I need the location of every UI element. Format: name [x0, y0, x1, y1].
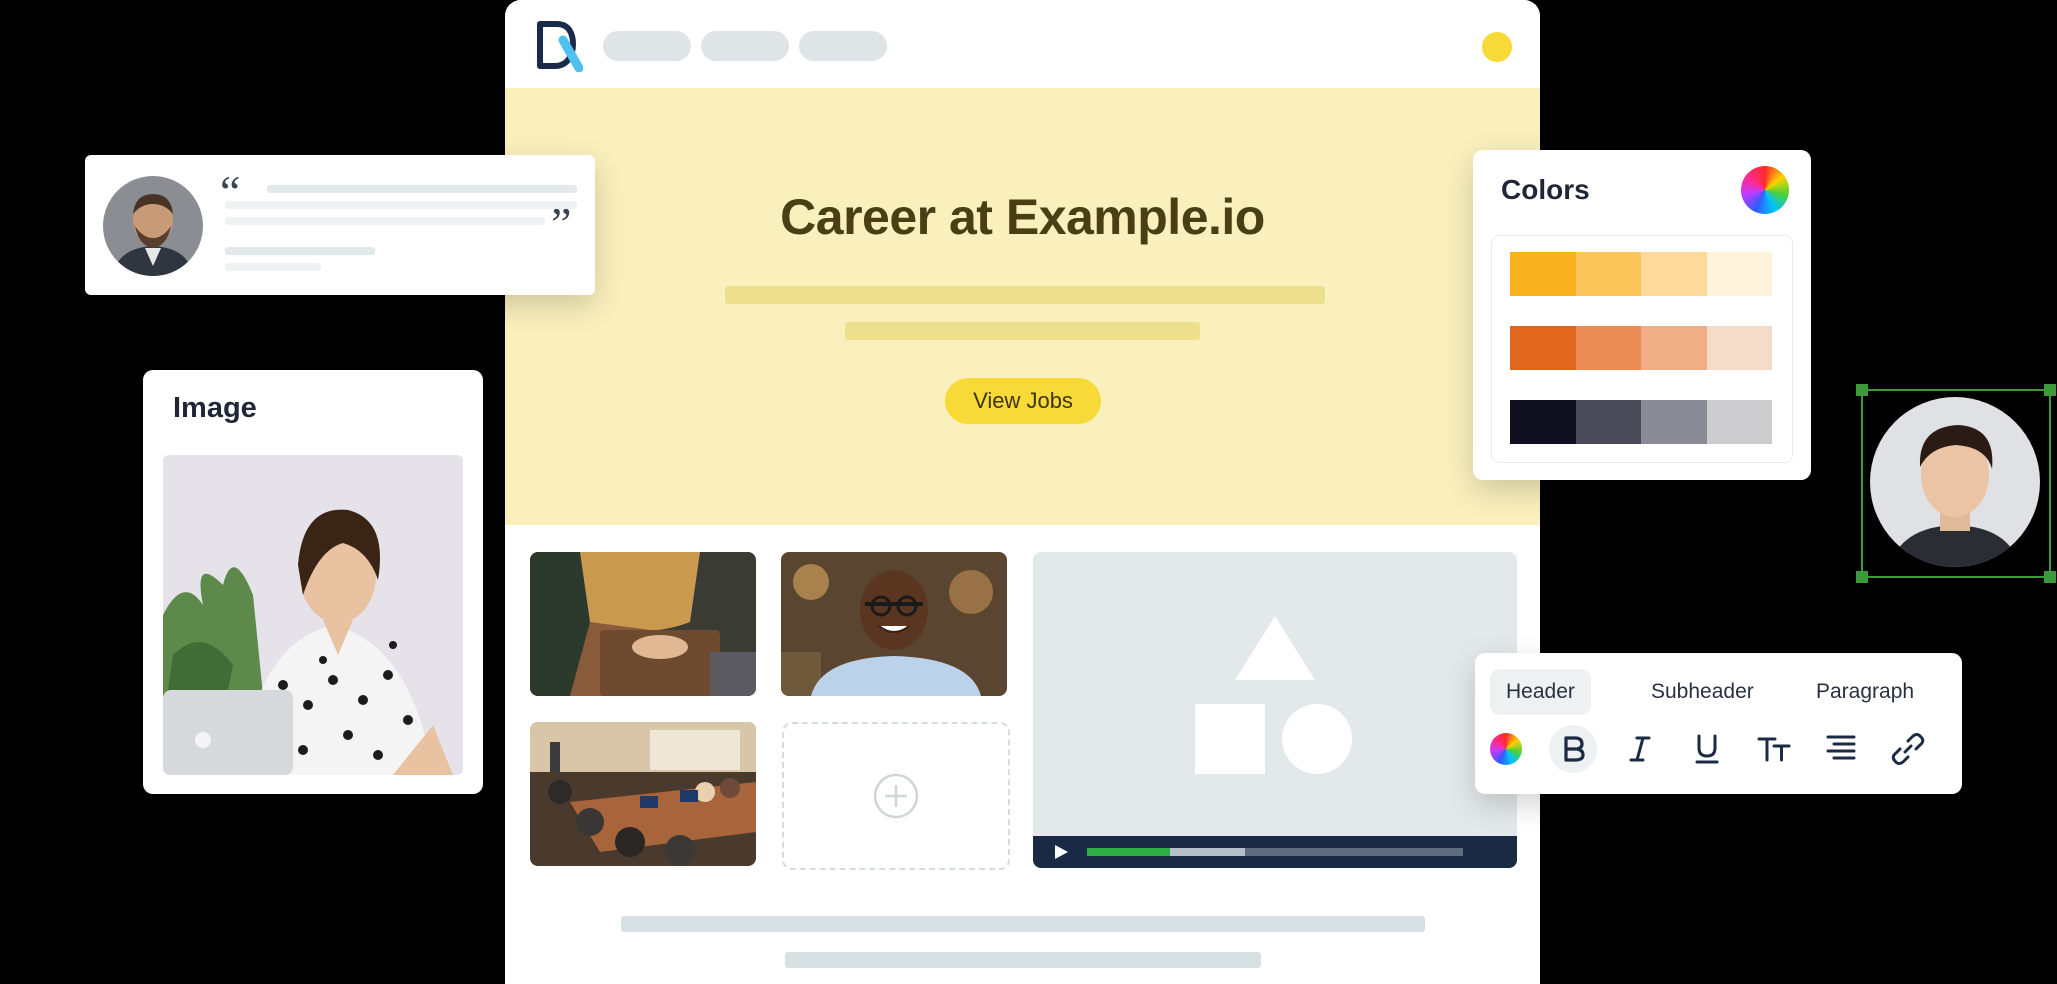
gallery-photo-meeting-room[interactable] [530, 722, 756, 866]
site-header [505, 0, 1540, 88]
nav-item[interactable] [701, 31, 789, 61]
image-widget[interactable]: Image [143, 370, 483, 794]
text-size-icon[interactable] [1750, 725, 1798, 773]
resize-handle[interactable] [1856, 571, 1868, 583]
palette-row[interactable] [1510, 326, 1772, 370]
site-logo[interactable] [535, 20, 584, 73]
palette-row[interactable] [1510, 400, 1772, 444]
color-swatch[interactable] [1706, 326, 1772, 370]
footer-text-placeholder [785, 952, 1261, 968]
video-controls [1033, 836, 1517, 868]
hero-text-placeholder [845, 322, 1200, 340]
quote-text-placeholder [267, 185, 577, 193]
quote-text-placeholder [225, 217, 545, 225]
media-placeholder-icon [1195, 616, 1352, 774]
tab-paragraph[interactable]: Paragraph [1800, 669, 1930, 715]
avatar [103, 176, 203, 276]
plus-circle-icon [873, 773, 919, 819]
colors-panel-title: Colors [1501, 174, 1590, 205]
hero-text-placeholder [725, 286, 1325, 304]
color-wheel-icon[interactable] [1482, 725, 1530, 773]
website-preview: Career at Example.io View Jobs [505, 0, 1540, 984]
color-swatch[interactable] [1575, 326, 1641, 370]
video-progress-track[interactable] [1087, 848, 1463, 856]
quote-text-placeholder [225, 201, 577, 209]
color-swatch[interactable] [1706, 400, 1772, 444]
color-swatch[interactable] [1706, 252, 1772, 296]
user-avatar-dot[interactable] [1482, 32, 1512, 62]
color-swatch[interactable] [1641, 400, 1707, 444]
tab-header[interactable]: Header [1490, 669, 1591, 715]
color-swatch[interactable] [1575, 252, 1641, 296]
text-format-toolbar[interactable]: Header Subheader Paragraph [1475, 653, 1962, 794]
bold-icon[interactable] [1549, 725, 1597, 773]
color-wheel-icon[interactable] [1741, 166, 1789, 214]
video-player[interactable] [1033, 552, 1517, 868]
hero-title: Career at Example.io [780, 189, 1265, 245]
nav-item[interactable] [799, 31, 887, 61]
gallery-photo-laptop-hands[interactable] [530, 552, 756, 696]
color-swatch[interactable] [1641, 252, 1707, 296]
color-swatch[interactable] [1641, 326, 1707, 370]
resize-handle[interactable] [2044, 384, 2056, 396]
selection-box [1856, 384, 2056, 583]
color-swatch[interactable] [1510, 326, 1576, 370]
nav-item[interactable] [603, 31, 691, 61]
testimonial-card[interactable]: “ ” [85, 155, 595, 295]
gallery-photo-smiling-man[interactable] [781, 552, 1007, 696]
colors-panel[interactable]: Colors [1473, 150, 1811, 480]
palette-list [1491, 235, 1793, 463]
quote-role-placeholder [225, 263, 321, 271]
footer-text-placeholder [621, 916, 1425, 932]
underline-icon[interactable] [1683, 725, 1731, 773]
resize-handle[interactable] [2044, 571, 2056, 583]
align-right-icon[interactable] [1817, 725, 1865, 773]
palette-row[interactable] [1510, 252, 1772, 296]
add-photo-tile[interactable] [782, 722, 1010, 870]
hero-section: Career at Example.io View Jobs [505, 88, 1540, 525]
color-swatch[interactable] [1510, 400, 1576, 444]
tab-subheader[interactable]: Subheader [1635, 669, 1770, 715]
image-widget-title: Image [173, 392, 257, 424]
resize-handle[interactable] [1856, 384, 1868, 396]
view-jobs-button[interactable]: View Jobs [945, 378, 1101, 424]
color-swatch[interactable] [1510, 252, 1576, 296]
image-preview[interactable] [163, 455, 463, 775]
quote-author-placeholder [225, 247, 375, 255]
video-progress-bar [1087, 848, 1170, 856]
link-icon[interactable] [1884, 725, 1932, 773]
italic-icon[interactable] [1616, 725, 1664, 773]
play-icon[interactable] [1053, 844, 1069, 860]
color-swatch[interactable] [1575, 400, 1641, 444]
